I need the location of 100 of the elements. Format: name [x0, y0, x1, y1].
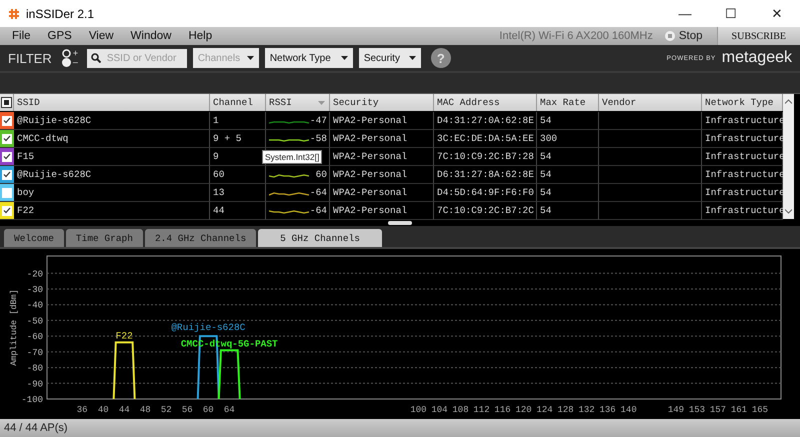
search-field[interactable]: SSID or Vendor	[86, 48, 187, 68]
table-cell: WPA2-Personal	[330, 202, 434, 220]
stop-button[interactable]: Stop	[664, 30, 703, 42]
scrollbar[interactable]	[783, 94, 794, 219]
y-axis-label: Amplitude [dBm]	[9, 289, 19, 366]
caret-icon	[340, 56, 348, 60]
maximize-button[interactable]: ☐	[708, 6, 754, 21]
table-cell: WPA2-Personal	[330, 112, 434, 130]
check-icon	[3, 153, 11, 160]
column-header[interactable]: MAC Address	[434, 94, 537, 111]
x-tick-label: 140	[620, 405, 637, 415]
table-cell: WPA2-Personal	[330, 130, 434, 148]
x-tick-label: 132	[578, 405, 595, 415]
menu-item[interactable]: View	[88, 30, 114, 42]
x-tick-label: 108	[452, 405, 469, 415]
x-tick-label: 120	[515, 405, 532, 415]
dot-icon	[62, 58, 71, 67]
row-checkbox[interactable]	[0, 184, 14, 201]
column-header[interactable]: Network Type	[702, 94, 783, 111]
menu-item[interactable]: Help	[188, 30, 212, 42]
filter-label: FILTER	[8, 50, 52, 66]
tab[interactable]: 2.4 GHz Channels	[144, 229, 256, 247]
rssi-value: -64	[310, 187, 327, 198]
table-cell: 54	[537, 112, 599, 130]
series-label: @Ruijie-s628C	[171, 322, 246, 334]
menu-item[interactable]: Window	[130, 30, 172, 42]
x-tick-label: 48	[140, 405, 151, 415]
y-tick-label: -100	[21, 395, 43, 405]
sort-icon	[318, 100, 325, 104]
table-cell: 13	[210, 184, 266, 202]
table-cell: 54	[537, 148, 599, 166]
table-cell: boy	[14, 184, 210, 202]
x-tick-label: 60	[202, 405, 214, 415]
close-button[interactable]: ✕	[754, 6, 800, 21]
select-all-checkbox[interactable]	[1, 97, 12, 108]
table-cell: 44	[210, 202, 266, 220]
x-tick-label: 64	[224, 405, 235, 415]
x-tick-label: 136	[600, 405, 616, 415]
plus-sign[interactable]: +	[72, 49, 81, 58]
tab[interactable]: Time Graph	[66, 229, 143, 247]
table-cell: 300	[537, 130, 599, 148]
x-tick-label: 40	[98, 405, 109, 415]
x-tick-label: 36	[76, 405, 88, 415]
y-tick-label: -90	[26, 379, 43, 390]
table-cell: 60	[210, 166, 266, 184]
minimize-button[interactable]: —	[662, 6, 708, 21]
row-checkbox[interactable]	[0, 148, 14, 165]
filter-dropdown[interactable]: Network Type	[264, 48, 353, 68]
scroll-up-icon	[785, 99, 792, 104]
menu-item[interactable]: File	[12, 30, 31, 42]
table-cell: D4:31:27:0A:62:8E	[434, 112, 537, 130]
column-header[interactable]: Max Rate	[537, 94, 599, 111]
table-cell: WPA2-Personal	[330, 166, 434, 184]
y-tick-label: -70	[26, 348, 43, 358]
table-cell: F22	[14, 202, 210, 220]
row-checkbox[interactable]	[0, 166, 14, 183]
table-cell: @Ruijie-s628C	[14, 166, 210, 184]
column-header[interactable]: RSSI	[266, 94, 330, 111]
check-icon	[3, 135, 11, 142]
column-header[interactable]: SSID	[14, 94, 210, 111]
rssi-value: -47	[310, 115, 327, 126]
menu-item[interactable]: GPS	[48, 30, 72, 42]
x-tick-label: 157	[710, 405, 726, 415]
table-cell: WPA2-Personal	[330, 184, 434, 202]
table-cell: 54	[537, 202, 599, 220]
column-header[interactable]: Security	[330, 94, 434, 111]
row-checkbox[interactable]	[0, 112, 14, 129]
check-icon	[3, 171, 11, 178]
caret-icon	[408, 56, 416, 60]
caret-icon	[246, 56, 254, 60]
column-header[interactable]: Vendor	[599, 94, 702, 111]
check-icon	[3, 207, 11, 214]
x-tick-label: 112	[473, 405, 490, 415]
tab[interactable]: 5 GHz Channels	[258, 229, 382, 247]
x-tick-label: 56	[182, 405, 193, 415]
table-cell: CMCC-dtwq	[14, 130, 210, 148]
x-tick-label: 100	[410, 405, 427, 415]
table-cell: @Ruijie-s628C	[14, 112, 210, 130]
filter-dropdown[interactable]: Security	[358, 48, 421, 68]
table-cell: 3C:EC:DE:DA:5A:EE	[434, 130, 537, 148]
subscribe-button[interactable]: SUBSCRIBE	[716, 27, 800, 45]
search-icon	[90, 53, 101, 63]
column-header[interactable]: Channel	[210, 94, 266, 111]
adapter-name: Intel(R) Wi-Fi 6 AX200 160MHz	[499, 30, 653, 42]
splitter-handle[interactable]	[388, 221, 412, 225]
y-tick-label: -60	[26, 332, 43, 342]
tab[interactable]: Welcome	[4, 229, 64, 247]
hash-logo-icon	[8, 8, 20, 20]
row-checkbox[interactable]	[0, 130, 14, 147]
row-checkbox[interactable]	[0, 202, 14, 219]
y-tick-label: -20	[26, 269, 43, 280]
y-tick-label: -50	[26, 316, 43, 326]
status-bar: 44 / 44 AP(s)	[0, 419, 800, 437]
x-tick-label: 104	[431, 405, 448, 415]
x-tick-label: 165	[752, 405, 768, 415]
minus-sign[interactable]: –	[72, 58, 81, 67]
table-cell: 54	[537, 166, 599, 184]
table-cell: WPA2-Personal	[330, 148, 434, 166]
x-tick-label: 124	[536, 405, 553, 415]
search-input[interactable]: SSID or Vendor	[106, 52, 179, 64]
